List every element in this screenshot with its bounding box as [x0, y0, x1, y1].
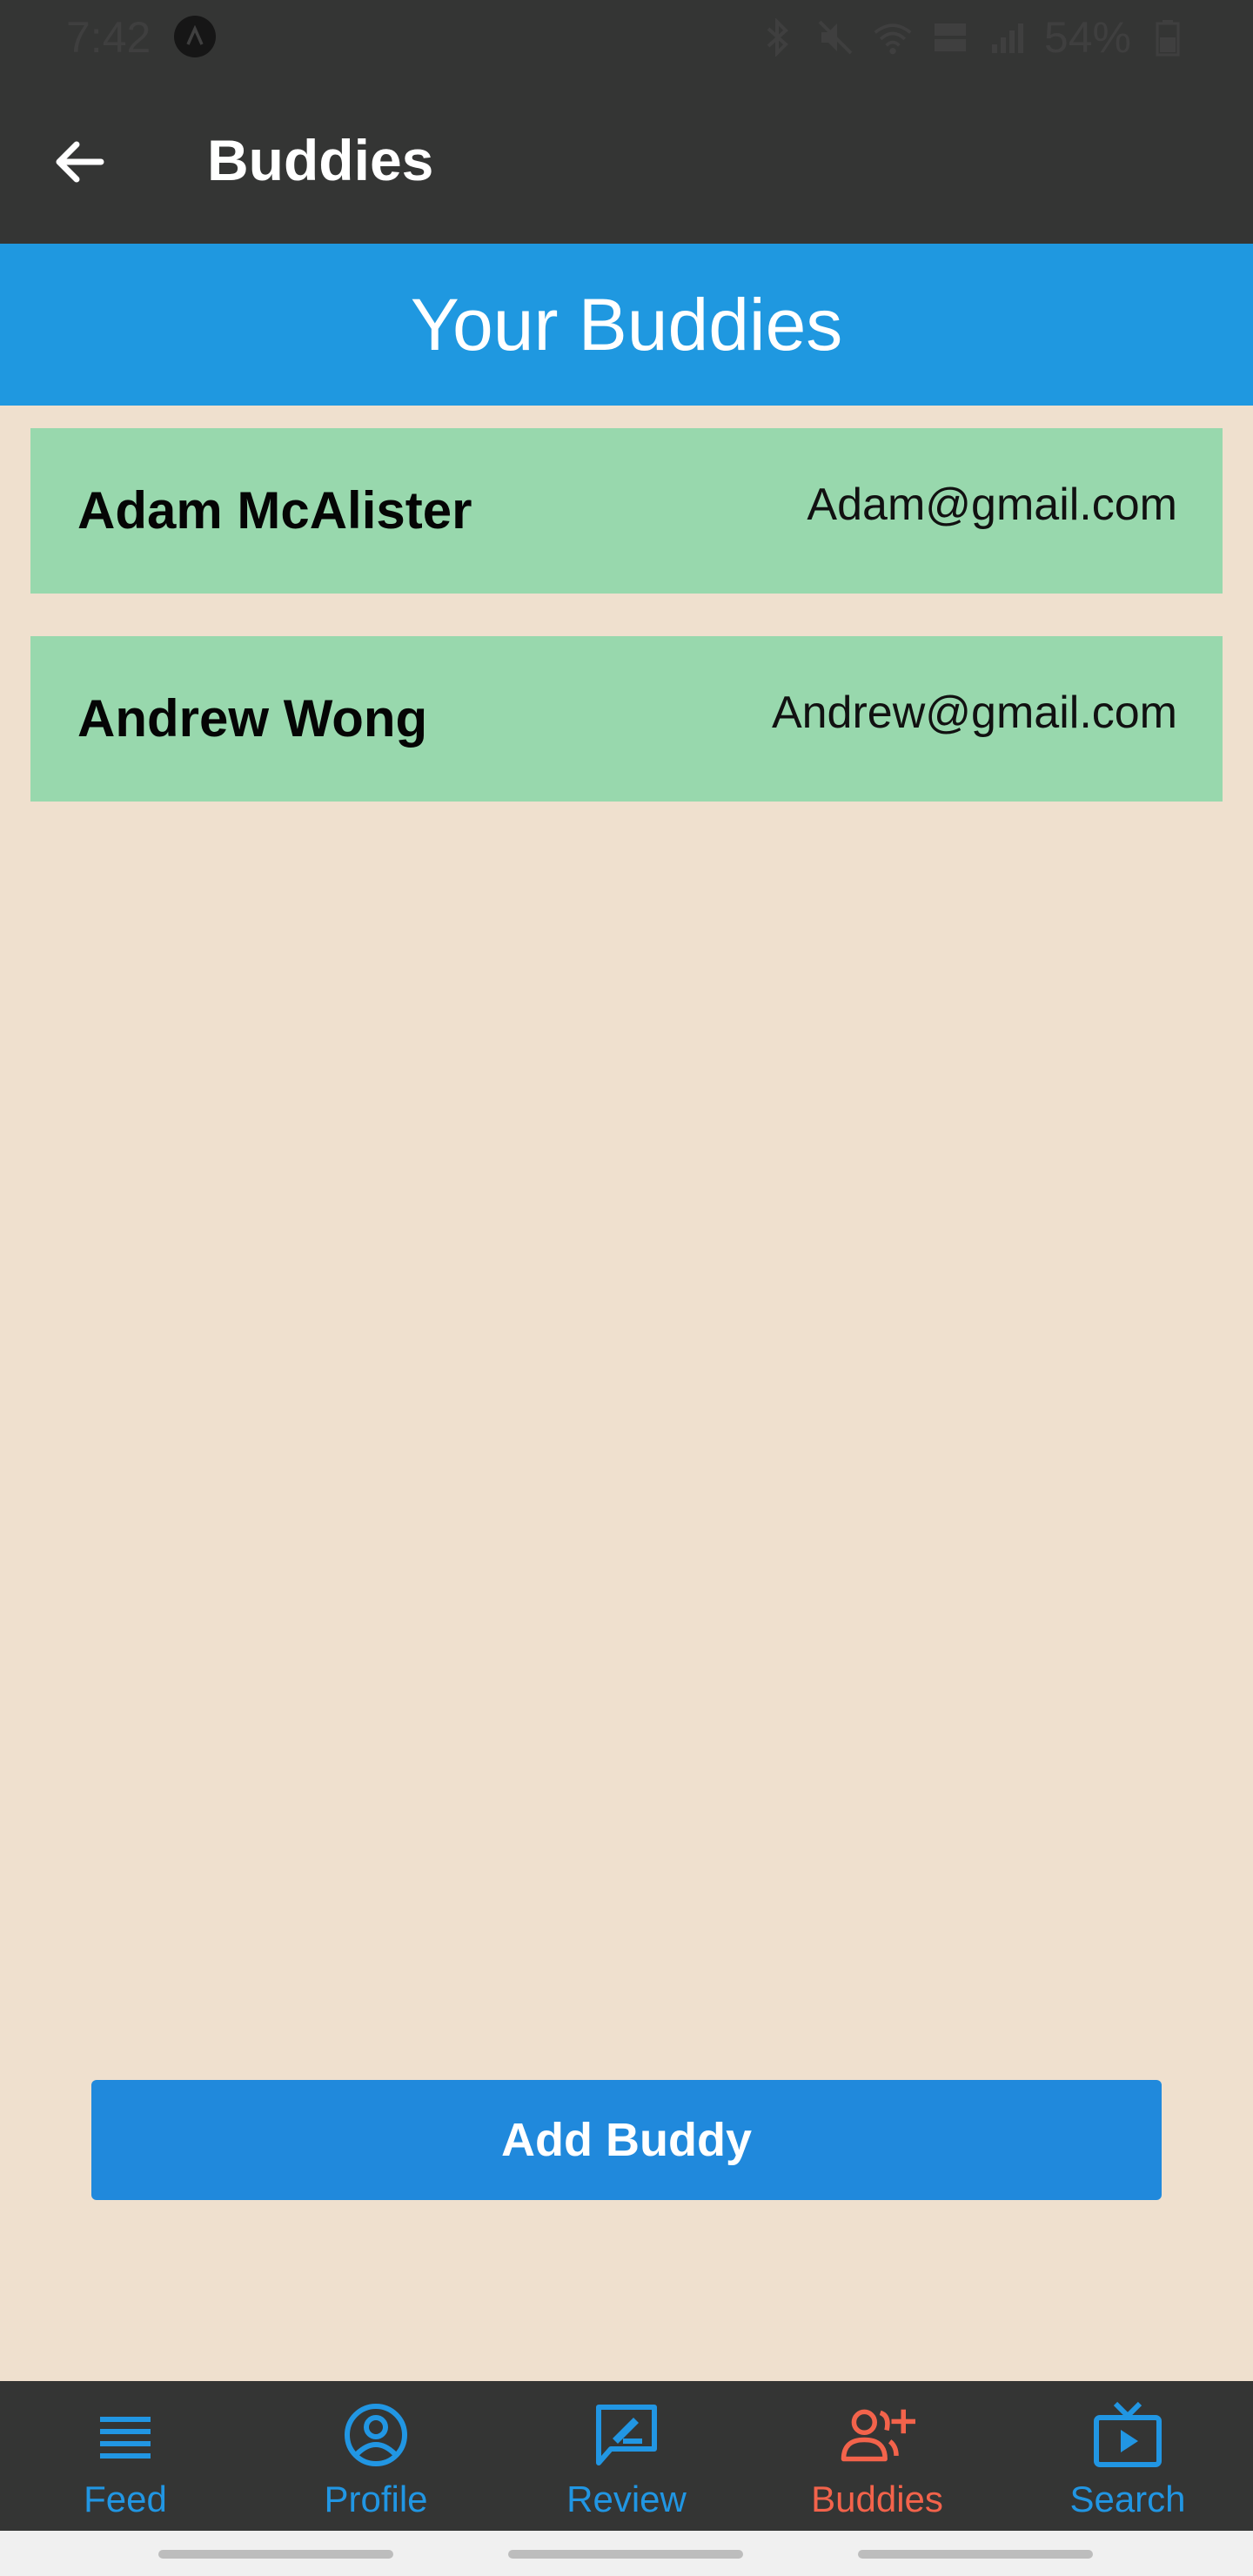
nav-item-profile[interactable]: Profile [251, 2381, 501, 2531]
nav-item-review[interactable]: Review [501, 2381, 752, 2531]
profile-icon [338, 2397, 414, 2473]
screen: 7:42 54% Buddies Your Buddies Adam McAli… [0, 0, 1253, 2576]
status-bar: 7:42 54% [0, 0, 1253, 73]
status-icons: 54% [757, 12, 1189, 63]
feed-icon [87, 2397, 164, 2473]
nav-label: Search [1069, 2479, 1186, 2519]
review-icon [588, 2397, 665, 2473]
add-buddy-icon [839, 2397, 915, 2473]
nav-label: Buddies [811, 2479, 943, 2519]
buddy-email: Adam@gmail.com [807, 480, 1177, 530]
nav-item-feed[interactable]: Feed [0, 2381, 251, 2531]
buddy-row[interactable]: Adam McAlister Adam@gmail.com [30, 428, 1223, 594]
nav-item-search[interactable]: Search [1002, 2381, 1253, 2531]
recent-apps-handle[interactable] [158, 2550, 393, 2559]
system-navigation-bar [0, 2531, 1253, 2576]
buddy-row[interactable]: Andrew Wong Andrew@gmail.com [30, 636, 1223, 802]
volte-icon [929, 17, 971, 58]
app-header: Buddies [0, 73, 1253, 244]
app-notification-icon [174, 16, 216, 57]
buddy-name: Adam McAlister [77, 481, 472, 540]
back-button[interactable] [44, 125, 117, 198]
wifi-icon [872, 17, 914, 58]
back-handle[interactable] [858, 2550, 1093, 2559]
section-banner: Your Buddies [0, 244, 1253, 406]
mute-icon [814, 17, 856, 58]
nav-item-buddies[interactable]: Buddies [752, 2381, 1002, 2531]
section-title: Your Buddies [410, 283, 843, 366]
battery-percent: 54% [1043, 13, 1131, 62]
home-handle[interactable] [508, 2550, 743, 2559]
battery-icon [1147, 17, 1189, 58]
page-title: Buddies [207, 128, 434, 192]
signal-icon [987, 17, 1029, 58]
add-buddy-button[interactable]: Add Buddy [91, 2080, 1162, 2200]
bluetooth-icon [757, 17, 799, 58]
bottom-nav: Feed Profile Review Buddies Search [0, 2381, 1253, 2531]
nav-label: Profile [324, 2479, 428, 2519]
buddy-name: Andrew Wong [77, 689, 428, 748]
buddy-email: Andrew@gmail.com [771, 688, 1177, 738]
tv-search-icon [1089, 2397, 1166, 2473]
back-arrow-icon [56, 141, 104, 183]
nav-label: Review [566, 2479, 687, 2519]
nav-label: Feed [84, 2479, 167, 2519]
status-time: 7:42 [66, 13, 151, 62]
